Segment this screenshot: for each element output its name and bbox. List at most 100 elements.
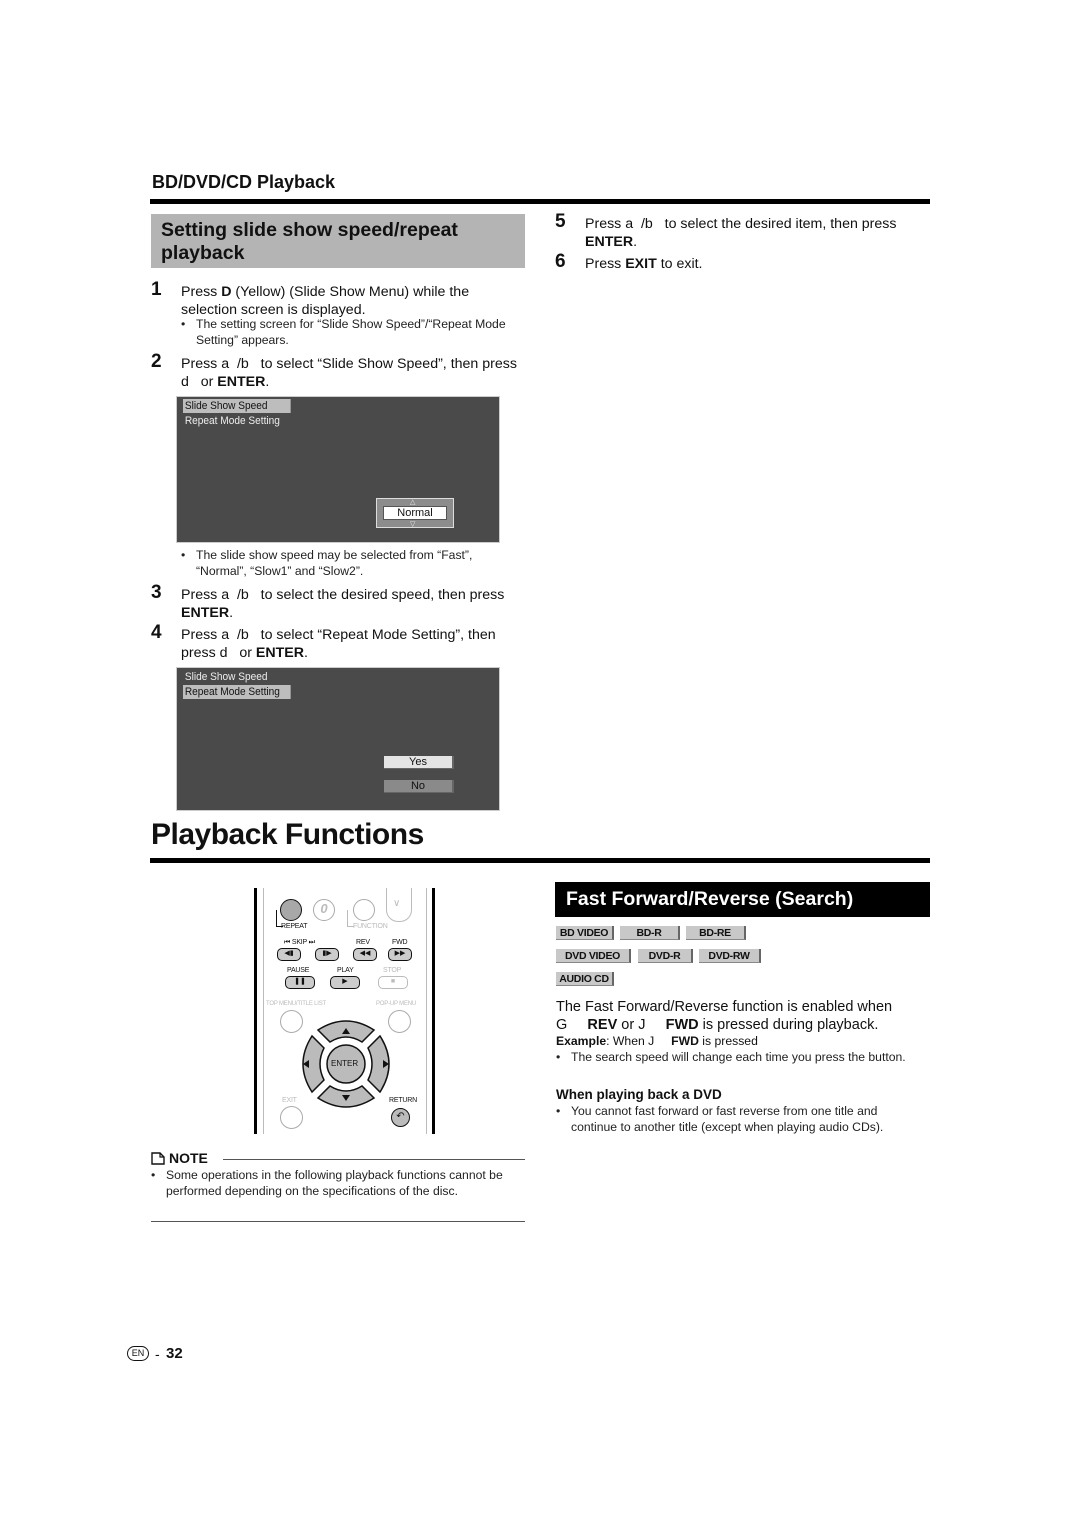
menu-item-repeat-mode-setting[interactable]: Repeat Mode Setting [183,685,291,699]
option-no[interactable]: No [384,780,454,793]
function-button[interactable] [353,899,375,921]
volume-button[interactable]: ∨ [386,888,412,922]
step-3: 3 Press a /b to select the desired speed… [151,583,521,622]
step-1-note: • The setting screen for “Slide Show Spe… [181,317,521,348]
menu-item-slide-show-speed[interactable]: Slide Show Speed [183,399,291,413]
pause-label: PAUSE [287,967,310,974]
repeat-button[interactable] [280,899,302,921]
note-label: NOTE [169,1150,208,1166]
skip-back-icon: ⏮ [284,939,291,946]
stop-button[interactable]: ■ [378,976,408,989]
bold-text: ENTER [217,374,266,390]
remote-inner-edge [263,888,264,1134]
step-text: Press a /b to select the desired item, t… [585,215,925,251]
text-run: or J [617,1017,666,1033]
stop-label: STOP [383,967,402,974]
chevron-down-icon: ∨ [393,898,401,909]
note-header: NOTE [151,1150,525,1167]
remote-left-edge [254,888,257,1134]
remote-illustration: REPEAT 0 FUNCTION ∨ ⏮ SKIP ⏭ REV FWD ◀▮ … [252,888,437,1134]
bold-text: FWD [671,1034,699,1048]
pause-button[interactable]: ❚❚ [285,976,315,989]
bold-text: REV [587,1017,618,1033]
bold-text: ENTER [181,605,230,621]
text-run: to exit. [656,256,703,272]
step-4: 4 Press a /b to select “Repeat Mode Sett… [151,622,521,662]
text-run: G [556,1017,588,1033]
skip-forward-icon: ⏭ [308,939,315,946]
text-run: is pressed [698,1034,758,1048]
repeat-mode-screen: Slide Show Speed Repeat Mode Setting Yes… [176,667,500,811]
badge-bd-re: BD-RE [686,926,746,940]
return-button[interactable]: ↶ [391,1108,410,1127]
bullet-icon: • [181,317,186,331]
section-header: BD/DVD/CD Playback [152,172,336,192]
speed-selector[interactable]: △ Normal ▽ [376,498,454,528]
rev-button[interactable]: ◀◀ [353,948,377,961]
rev-label: REV [356,939,370,946]
zero-button[interactable]: 0 [313,899,335,921]
fwd-button[interactable]: ▶▶ [388,948,412,961]
bullet-icon: • [556,1050,561,1064]
bold-text: Example [556,1034,607,1048]
play-button[interactable]: ▶ [330,976,360,989]
ff-para-line1: The Fast Forward/Reverse function is ena… [556,999,893,1015]
badge-dvd-rw: DVD-RW [699,949,761,963]
text-run: Press [585,256,626,272]
step-number: 4 [151,622,162,643]
step-1: 1 Press D (Yellow) (Slide Show Menu) whi… [151,279,521,319]
main-rule [150,858,930,863]
return-label: RETURN [389,1097,417,1104]
page-number: 32 [166,1345,183,1362]
down-arrow-icon: ▽ [410,521,416,528]
up-arrow-icon: △ [410,499,416,506]
return-icon: ↶ [396,1111,405,1122]
main-title: Playback Functions [151,818,424,851]
subsection-title: Setting slide show speed/repeat playback [151,214,525,268]
badge-audio-cd: AUDIO CD [556,972,614,986]
function-label: FUNCTION [353,923,388,930]
step-text: Press a /b to select “Repeat Mode Settin… [181,626,521,662]
menu-item-repeat-mode-setting[interactable]: Repeat Mode Setting [183,414,291,428]
step-number: 2 [151,351,162,372]
badge-dvd-r: DVD-R [638,949,693,963]
ff-bullet-1: • The search speed will change each time… [556,1050,926,1066]
ff-bullet-2: • You cannot fast forward or fast revers… [556,1104,926,1135]
bold-text: EXIT [625,256,657,272]
text-run: is pressed during playback. [698,1017,879,1033]
ff-section-title: Fast Forward/Reverse (Search) [555,882,930,917]
note-text: The setting screen for “Slide Show Speed… [196,317,506,347]
step-6: 6 Press EXIT to exit. [555,252,925,273]
text-run: : When J [606,1034,672,1048]
step-text: Press EXIT to exit. [585,255,925,273]
option-yes[interactable]: Yes [384,756,454,769]
exit-button[interactable] [280,1106,303,1129]
bold-text: D [221,284,232,300]
slide-show-speed-screen: Slide Show Speed Repeat Mode Setting △ N… [176,396,500,543]
enter-label: ENTER [331,1059,359,1068]
text-run: . [633,234,638,250]
menu-item-slide-show-speed[interactable]: Slide Show Speed [183,670,291,684]
step-number: 1 [151,279,162,300]
step-text: Press D (Yellow) (Slide Show Menu) while… [181,283,521,319]
skip-forward-button[interactable]: ▮▶ [315,948,339,961]
fwd-label: FWD [392,939,408,946]
note-text: Some operations in the following playbac… [166,1168,503,1198]
bullet-text: You cannot fast forward or fast reverse … [571,1104,884,1134]
bullet-icon: • [556,1104,561,1118]
note-icon [151,1152,165,1165]
repeat-label: REPEAT [281,923,308,930]
exit-label: EXIT [282,1097,297,1104]
text-run: Press a /b to select the desired speed, … [181,587,509,603]
text-run: Press a /b to select “Repeat Mode Settin… [181,627,500,661]
step-2: 2 Press a /b to select “Slide Show Speed… [151,351,521,391]
skip-back-button[interactable]: ◀▮ [277,948,301,961]
skip-label: ⏮ SKIP ⏭ [284,939,315,947]
badge-dvd-video: DVD VIDEO [556,949,631,963]
popup-menu-label: POP-UP MENU [376,1001,417,1007]
badge-bd-r: BD-R [620,926,680,940]
ff-example: Example: When J FWD is pressed [556,1034,936,1050]
ff-para-line2: G REV or J FWD is pressed during playbac… [556,1016,936,1034]
bullet-icon: • [181,548,186,562]
badge-bd-video: BD VIDEO [556,926,614,940]
